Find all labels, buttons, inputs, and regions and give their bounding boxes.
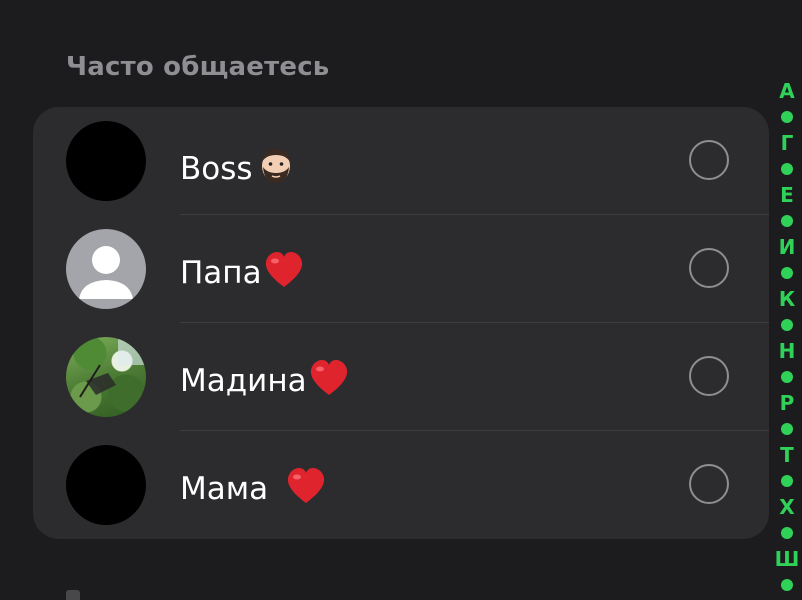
avatar: [66, 121, 146, 201]
red-heart-icon: [264, 251, 304, 297]
contact-row-madina[interactable]: Мадина: [33, 323, 769, 431]
default-avatar-icon: [66, 229, 146, 309]
index-dot: [781, 579, 793, 591]
red-heart-icon: [309, 359, 349, 405]
contact-name: Мама: [180, 467, 326, 513]
index-dot: [781, 527, 793, 539]
next-section-peek: [66, 590, 80, 600]
select-radio[interactable]: [689, 464, 729, 504]
index-letter[interactable]: Ш: [775, 546, 800, 572]
contact-name: Boss: [180, 143, 297, 193]
section-title: Часто общаетесь: [66, 52, 330, 82]
index-letter[interactable]: А: [779, 78, 794, 104]
contact-row-papa[interactable]: Папа: [33, 215, 769, 323]
red-heart-icon: [286, 467, 326, 513]
index-dot: [781, 371, 793, 383]
contact-name: Папа: [180, 251, 304, 297]
man-beard-emoji-icon: [255, 143, 297, 193]
index-letter[interactable]: Г: [781, 130, 794, 156]
contact-name: Мадина: [180, 359, 349, 405]
index-dot: [781, 475, 793, 487]
index-letter[interactable]: Е: [780, 182, 794, 208]
index-letter[interactable]: Т: [780, 442, 794, 468]
frequent-contacts-list: Boss Папа Мадина Мама: [33, 107, 769, 539]
contact-picker-screen: Часто общаетесь Boss Папа Мадина Мама А …: [0, 0, 802, 600]
index-letter[interactable]: К: [779, 286, 795, 312]
index-dot: [781, 215, 793, 227]
index-letter[interactable]: Р: [780, 390, 795, 416]
index-dot: [781, 423, 793, 435]
avatar: [66, 445, 146, 525]
avatar-photo: [66, 337, 146, 417]
index-dot: [781, 319, 793, 331]
index-letter[interactable]: Н: [779, 338, 796, 364]
select-radio[interactable]: [689, 140, 729, 180]
contact-row-boss[interactable]: Boss: [33, 107, 769, 215]
index-letter[interactable]: Х: [779, 494, 794, 520]
contact-row-mama[interactable]: Мама: [33, 431, 769, 539]
select-radio[interactable]: [689, 356, 729, 396]
index-dot: [781, 111, 793, 123]
select-radio[interactable]: [689, 248, 729, 288]
index-dot: [781, 163, 793, 175]
index-dot: [781, 267, 793, 279]
index-letter[interactable]: И: [779, 234, 796, 260]
alphabet-index-bar[interactable]: А Г Е И К Н Р Т Х Ш: [775, 78, 799, 598]
